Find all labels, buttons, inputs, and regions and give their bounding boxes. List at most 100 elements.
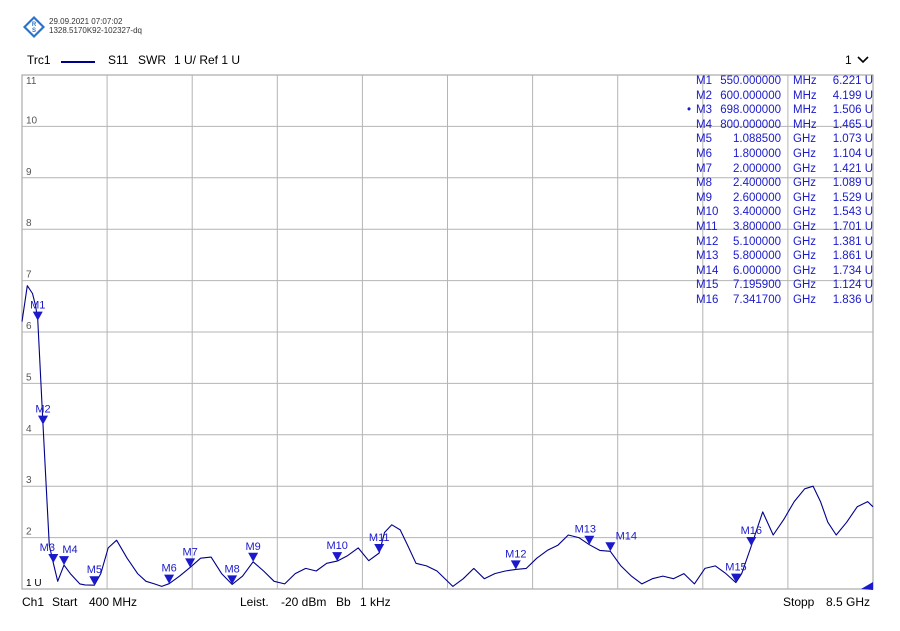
marker-frequency-unit: GHz [793,162,816,175]
start-label: Start [52,595,78,609]
y-tick-label: 8 [26,218,32,229]
marker-value: 1.465 U [832,118,873,131]
trace-scale[interactable]: 1 U/ Ref 1 U [174,53,240,67]
marker-frequency: 1.800000 [733,147,781,160]
marker-value: 1.836 U [832,293,873,306]
start-value[interactable]: 400 MHz [89,595,137,609]
marker-value: 1.734 U [832,264,873,277]
footer-bar: Ch1 Start 400 MHz Leist. -20 dBm Bb 1 kH… [0,592,900,612]
marker-value: 1.381 U [832,235,873,248]
marker-value: 1.124 U [832,279,873,292]
y-tick-label: 6 [26,321,32,332]
marker-frequency-unit: GHz [793,133,816,146]
marker-row[interactable]: M12 5.100000 GHz 1.381 U [690,236,875,251]
y-tick-label: 4 [26,424,32,435]
rohde-schwarz-logo-icon: R S [23,16,45,38]
stop-label: Stopp [783,595,815,609]
marker-row[interactable]: M1 550.000000 MHz 6.221 U [690,75,875,90]
marker-frequency: 600.000000 [720,89,781,102]
marker-label-m7: M7 [182,546,197,558]
marker-value: 1.089 U [832,177,873,190]
channel-selector[interactable]: 1 [845,53,852,67]
marker-name: M16 [696,293,719,306]
marker-frequency: 800.000000 [720,118,781,131]
marker-frequency-unit: GHz [793,177,816,190]
marker-label-m10: M10 [326,540,347,552]
marker-row[interactable]: M10 3.400000 GHz 1.543 U [690,206,875,221]
marker-frequency: 550.000000 [720,75,781,87]
marker-row[interactable]: M14 6.000000 GHz 1.734 U [690,265,875,280]
marker-frequency-unit: GHz [793,191,816,204]
y-tick-label: 11 [26,76,37,87]
y-tick-label: 3 [26,475,32,486]
marker-frequency: 698.000000 [720,104,781,117]
trace-format[interactable]: SWR [138,53,166,67]
marker-frequency-unit: GHz [793,264,816,277]
marker-frequency-unit: MHz [793,104,817,117]
marker-name: M4 [696,118,712,131]
chevron-down-icon[interactable] [857,55,869,64]
marker-name: M2 [696,89,712,102]
marker-label-m3: M3 [40,542,55,554]
marker-row[interactable]: • M3 698.000000 MHz 1.506 U [687,104,875,119]
y-tick-label: 7 [26,270,32,281]
marker-value: 1.861 U [832,250,873,263]
marker-label-m8: M8 [224,563,239,575]
marker-frequency-unit: GHz [793,147,816,160]
marker-name: M5 [696,133,712,146]
marker-row[interactable]: M11 3.800000 GHz 1.701 U [690,221,875,236]
marker-frequency-unit: GHz [793,206,816,219]
trace-parameter[interactable]: S11 [108,53,128,67]
marker-row[interactable]: M8 2.400000 GHz 1.089 U [690,177,875,192]
marker-name: M10 [696,206,719,219]
marker-value: 1.104 U [832,147,873,160]
marker-value: 1.529 U [832,191,873,204]
marker-name: M3 [696,104,712,117]
bandwidth-value[interactable]: 1 kHz [360,595,391,609]
marker-row[interactable]: M15 7.195900 GHz 1.124 U [690,279,875,294]
power-value[interactable]: -20 dBm [281,595,326,609]
marker-row[interactable]: M13 5.800000 GHz 1.861 U [690,250,875,265]
marker-frequency: 7.341700 [733,293,781,306]
marker-row[interactable]: M6 1.800000 GHz 1.104 U [690,148,875,163]
marker-row[interactable]: M2 600.000000 MHz 4.199 U [690,90,875,105]
marker-name: M7 [696,162,712,175]
marker-frequency: 2.600000 [733,191,781,204]
marker-table: M1 550.000000 MHz 6.221 U M2 600.000000 MHz 4.1… [687,75,875,309]
marker-frequency-unit: MHz [793,118,817,131]
stop-value[interactable]: 8.5 GHz [826,595,870,609]
marker-label-m1: M1 [30,300,45,312]
channel-label[interactable]: Ch1 [22,595,44,609]
y-tick-label: 9 [26,167,32,178]
marker-value: 1.421 U [832,162,873,175]
trace-name[interactable]: Trc1 [27,53,51,67]
marker-label-m11: M11 [369,532,390,544]
marker-frequency: 7.195900 [733,279,781,292]
marker-frequency: 6.000000 [733,264,781,277]
marker-frequency-unit: GHz [793,220,816,233]
marker-label-m12: M12 [505,548,526,560]
marker-value: 1.073 U [832,133,873,146]
y-tick-label: 2 [26,527,32,538]
marker-value: 1.506 U [832,104,873,117]
marker-value: 4.199 U [832,89,873,102]
trace-color-swatch [61,61,95,63]
marker-label-m5: M5 [87,564,102,576]
marker-frequency-unit: GHz [793,250,816,263]
marker-frequency-unit: GHz [793,279,816,292]
marker-label-m2: M2 [35,404,50,416]
marker-row[interactable]: M4 800.000000 MHz 1.465 U [690,119,875,134]
y-tick-label: 10 [26,115,38,126]
marker-label-m14: M14 [616,530,637,542]
marker-name: M14 [696,264,719,277]
marker-row[interactable]: M7 2.000000 GHz 1.421 U [690,163,875,178]
y-tick-label: 5 [26,372,32,383]
bandwidth-label: Bb [336,595,351,609]
marker-frequency: 3.800000 [733,220,781,233]
marker-row[interactable]: M16 7.341700 GHz 1.836 U [690,294,875,309]
active-marker-dot: • [687,104,692,117]
marker-frequency: 5.100000 [733,235,781,248]
marker-row[interactable]: M9 2.600000 GHz 1.529 U [690,192,875,207]
marker-row[interactable]: M5 1.088500 GHz 1.073 U [690,133,875,148]
marker-frequency-unit: MHz [793,75,817,87]
